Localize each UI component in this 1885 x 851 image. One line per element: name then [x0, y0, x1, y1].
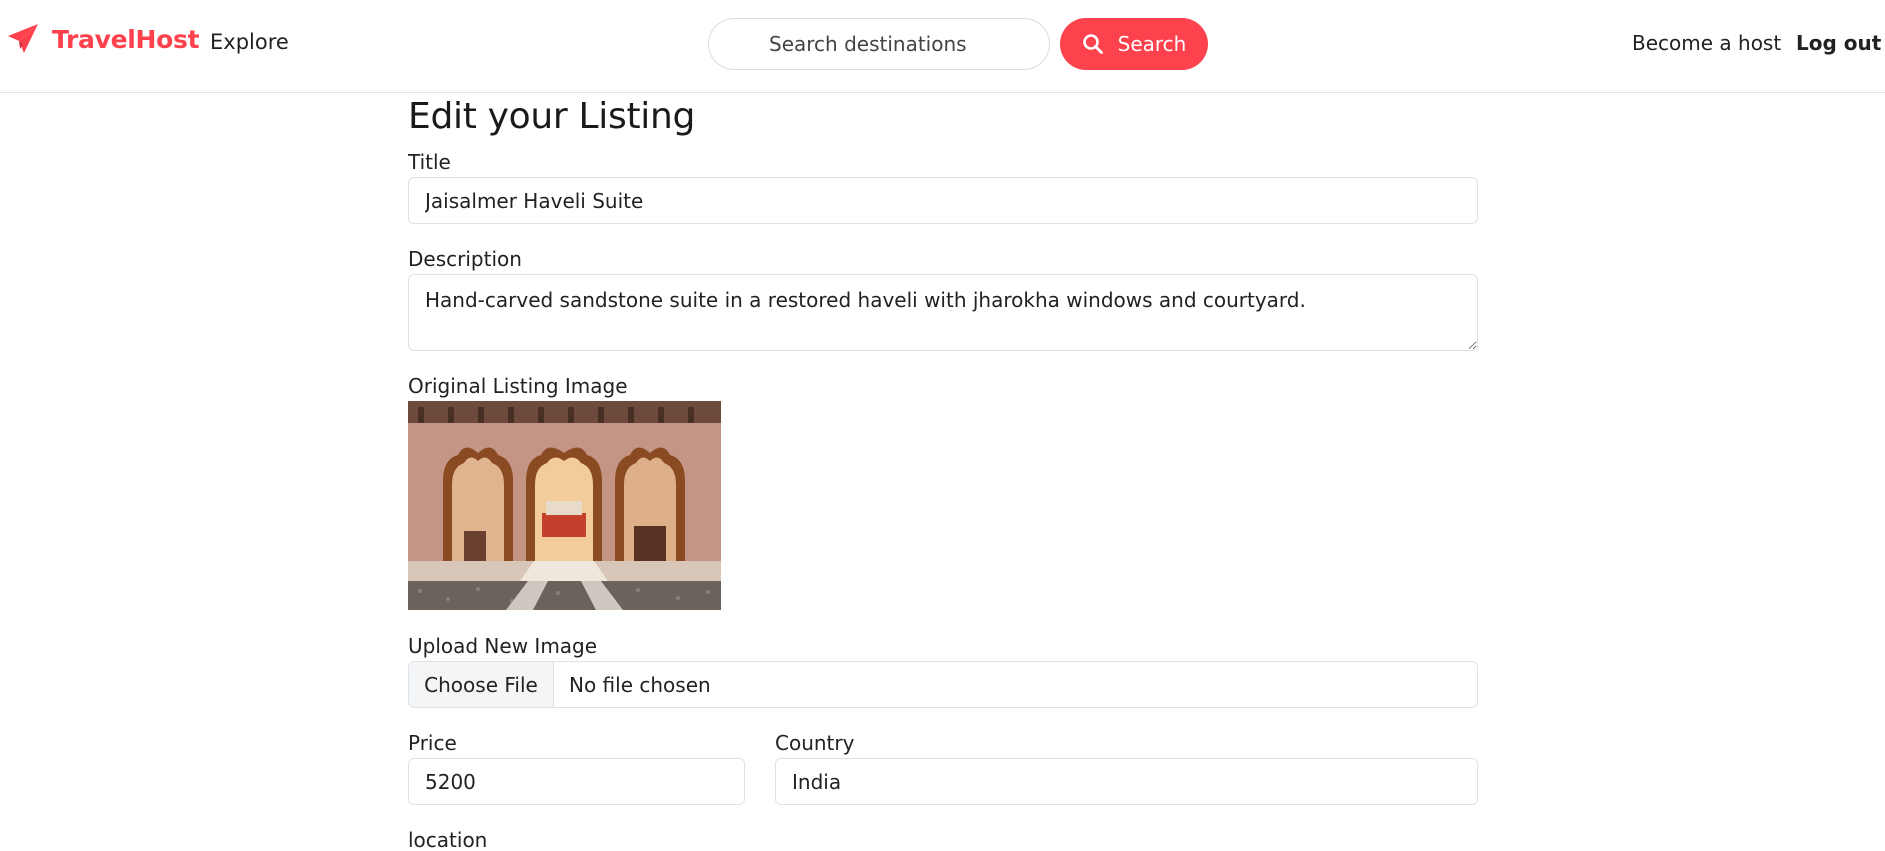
logout-link[interactable]: Log out: [1796, 31, 1881, 55]
explore-link[interactable]: Explore: [210, 30, 289, 54]
price-field[interactable]: [408, 758, 745, 805]
original-image-label: Original Listing Image: [408, 374, 628, 398]
become-host-link[interactable]: Become a host: [1632, 31, 1781, 55]
country-field[interactable]: [775, 758, 1478, 805]
description-label: Description: [408, 247, 522, 271]
location-label: location: [408, 828, 488, 851]
file-status-text: No file chosen: [569, 672, 711, 697]
page-title: Edit your Listing: [408, 96, 696, 137]
file-upload-input[interactable]: Choose File No file chosen: [408, 661, 1478, 708]
choose-file-button[interactable]: Choose File: [409, 662, 554, 707]
price-label: Price: [408, 731, 457, 755]
title-label: Title: [408, 150, 451, 174]
search-icon: [1082, 33, 1104, 55]
search-input[interactable]: [708, 18, 1050, 70]
title-field[interactable]: [408, 177, 1478, 224]
brand-link[interactable]: TravelHost: [6, 22, 200, 56]
upload-image-label: Upload New Image: [408, 634, 598, 658]
country-label: Country: [775, 731, 855, 755]
description-field[interactable]: Hand-carved sandstone suite in a restore…: [408, 274, 1478, 351]
search-button-label: Search: [1117, 32, 1187, 56]
navbar: TravelHost Explore Search Become a host …: [0, 0, 1885, 93]
brand-name: TravelHost: [52, 24, 200, 54]
search-button[interactable]: Search: [1060, 18, 1208, 70]
paper-plane-icon: [6, 22, 40, 56]
original-listing-image: [408, 401, 721, 610]
